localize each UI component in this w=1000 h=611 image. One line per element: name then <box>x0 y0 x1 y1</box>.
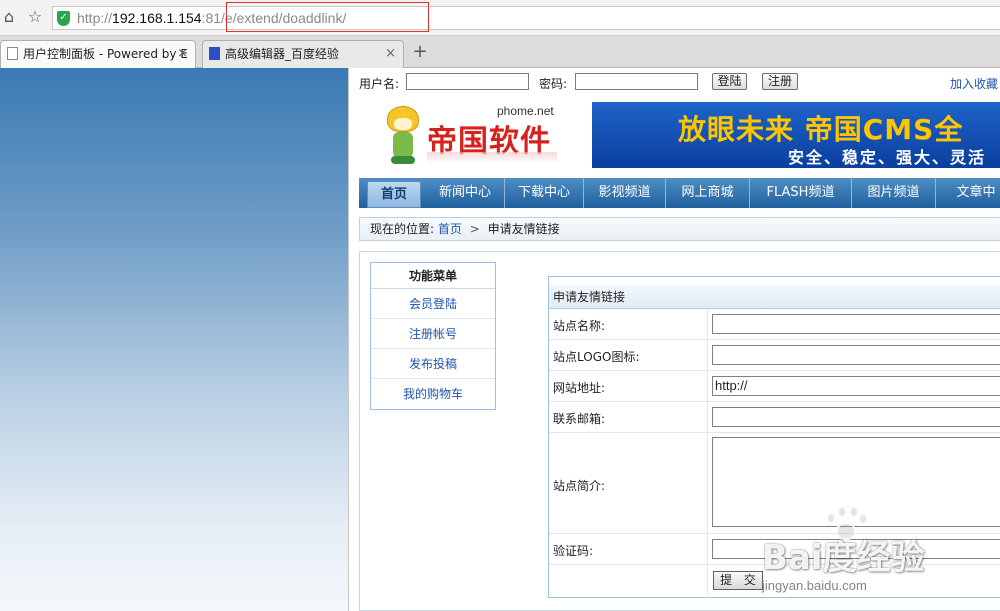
captcha-label: 验证码: <box>553 544 594 558</box>
email-input[interactable] <box>712 407 1000 427</box>
page-icon <box>7 47 18 60</box>
nav-item-download[interactable]: 下载中心 <box>505 178 584 208</box>
nav-item-video[interactable]: 影视频道 <box>584 178 666 208</box>
breadcrumb-current: 申请友情链接 <box>487 222 560 236</box>
watermark-url: jingyan.baidu.com <box>762 578 867 593</box>
login-button[interactable]: 登陆 <box>712 73 747 90</box>
nav-item-articles[interactable]: 文章中 <box>936 178 1000 208</box>
mascot-icon <box>383 106 423 166</box>
url-highlight-box <box>226 2 429 32</box>
nav-item-flash[interactable]: FLASH频道 <box>750 178 852 208</box>
add-favorite-link[interactable]: 加入收藏 <box>950 75 998 92</box>
nav-item-home[interactable]: 首页 <box>367 181 421 208</box>
tab-label: 用户控制面板 - Powered by E <box>23 47 188 61</box>
tab-label: 高级编辑器_百度经验 <box>225 47 340 61</box>
shield-icon: ✓ <box>57 11 70 26</box>
form-row-site-name: 站点名称: <box>549 309 1000 340</box>
page-background <box>0 68 348 611</box>
breadcrumb: 现在的位置: 首页 > 申请友情链接 <box>359 217 1000 241</box>
email-label: 联系邮箱: <box>553 412 606 426</box>
submit-button[interactable]: 提 交 <box>713 571 763 590</box>
login-bar: 用户名: 密码: 登陆 注册 加入收藏 <box>349 68 1000 96</box>
banner-tagline: 安全、稳定、强大、灵活 <box>788 148 987 167</box>
main-nav: 首页 新闻中心 下载中心 影视频道 网上商城 FLASH频道 图片频道 文章中 <box>359 178 1000 208</box>
menu-item-submit-post[interactable]: 发布投稿 <box>371 349 495 379</box>
tab-strip: 用户控制面板 - Powered by E × 高级编辑器_百度经验 × + <box>0 36 1000 68</box>
form-title: 申请友情链接 <box>549 285 1000 309</box>
baidu-paw-icon <box>209 47 220 60</box>
tab-baidu-editor[interactable]: 高级编辑器_百度经验 × <box>202 40 404 68</box>
menu-item-register[interactable]: 注册帐号 <box>371 319 495 349</box>
logo-reflection <box>427 152 557 164</box>
nav-item-pictures[interactable]: 图片频道 <box>852 178 936 208</box>
url-host: 192.168.1.154 <box>112 10 202 26</box>
site-logo-label: 站点LOGO图标: <box>553 350 640 364</box>
site-logo[interactable]: phome.net 帝国软件 <box>379 102 579 172</box>
nav-item-news[interactable]: 新闻中心 <box>426 178 505 208</box>
close-icon[interactable]: × <box>177 41 188 67</box>
close-icon[interactable]: × <box>385 41 396 67</box>
breadcrumb-prefix: 现在的位置: <box>370 222 435 236</box>
register-button[interactable]: 注册 <box>762 73 798 90</box>
password-input[interactable] <box>575 73 698 90</box>
nav-item-shop[interactable]: 网上商城 <box>666 178 750 208</box>
bookmark-star-icon[interactable]: ☆ <box>26 7 44 27</box>
site-url-label: 网站地址: <box>553 381 606 395</box>
site-intro-label: 站点简介: <box>553 479 606 493</box>
new-tab-button[interactable]: + <box>410 42 430 64</box>
baidu-watermark: Bai度经验 jingyan.baidu.com <box>762 506 1000 611</box>
site-name-label: 站点名称: <box>553 319 606 333</box>
breadcrumb-separator: > <box>469 222 480 236</box>
banner-ad[interactable]: 放眼未来 帝国CMS全 安全、稳定、强大、灵活 <box>592 102 1000 168</box>
form-row-logo: 站点LOGO图标: <box>549 340 1000 371</box>
url-scheme: http:// <box>77 10 113 26</box>
form-row-url: 网站地址: http:// <box>549 371 1000 402</box>
breadcrumb-home-link[interactable]: 首页 <box>438 222 462 236</box>
watermark-text: Bai度经验 <box>762 538 925 578</box>
username-input[interactable] <box>406 73 529 90</box>
function-menu-title: 功能菜单 <box>371 263 495 289</box>
banner-headline: 放眼未来 帝国CMS全 <box>678 113 964 146</box>
site-name-input[interactable] <box>712 314 1000 334</box>
url-field[interactable]: ✓ http://192.168.1.154:81/e/extend/doadd… <box>52 6 1000 30</box>
home-icon[interactable]: ⌂ <box>0 7 18 27</box>
menu-item-shopping-cart[interactable]: 我的购物车 <box>371 379 495 409</box>
address-bar: ⌂ ☆ ✓ http://192.168.1.154:81/e/extend/d… <box>0 0 1000 36</box>
function-menu: 功能菜单 会员登陆 注册帐号 发布投稿 我的购物车 <box>370 262 496 410</box>
tab-user-control-panel[interactable]: 用户控制面板 - Powered by E × <box>0 40 196 68</box>
menu-item-member-login[interactable]: 会员登陆 <box>371 289 495 319</box>
password-label: 密码: <box>539 77 568 91</box>
username-label: 用户名: <box>359 77 400 91</box>
site-logo-input[interactable] <box>712 345 1000 365</box>
site-url-input[interactable]: http:// <box>712 376 1000 396</box>
form-row-email: 联系邮箱: <box>549 402 1000 433</box>
